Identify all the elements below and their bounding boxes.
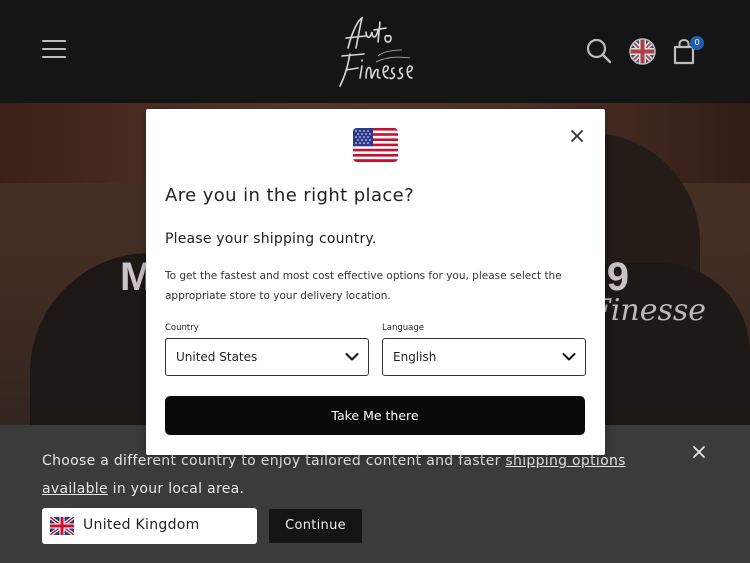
- region-modal: Are you in the right place? Please your …: [146, 109, 605, 455]
- chevron-down-icon: [345, 353, 359, 361]
- country-select-value: United States: [176, 350, 258, 364]
- modal-description: To get the fastest and most cost effecti…: [165, 270, 562, 302]
- hero-shirt-script: Finesse: [590, 293, 707, 328]
- country-select[interactable]: United States: [165, 338, 369, 376]
- banner-country-select[interactable]: United Kingdom: [42, 508, 257, 544]
- brand-logo[interactable]: [332, 12, 418, 92]
- banner-country-value: United Kingdom: [83, 517, 200, 533]
- chevron-down-icon: [562, 353, 576, 361]
- menu-icon[interactable]: [42, 40, 66, 62]
- banner-close-icon[interactable]: [690, 443, 708, 461]
- uk-flag-icon: [50, 517, 74, 535]
- us-flag-icon: [353, 128, 398, 162]
- language-label: Language: [382, 323, 424, 333]
- modal-title: Are you in the right place?: [165, 185, 415, 206]
- take-me-there-button[interactable]: Take Me there: [165, 396, 585, 435]
- search-icon[interactable]: [586, 38, 612, 64]
- site-header: 0: [0, 0, 750, 103]
- continue-button[interactable]: Continue: [269, 509, 362, 543]
- modal-subtitle: Please your shipping country.: [165, 231, 377, 247]
- uk-flag-icon[interactable]: [629, 38, 656, 65]
- banner-message: Choose a different country to enjoy tail…: [42, 453, 626, 497]
- country-label: Country: [165, 323, 199, 333]
- modal-close-icon[interactable]: [570, 129, 584, 143]
- language-select-value: English: [393, 350, 437, 364]
- language-select[interactable]: English: [382, 338, 586, 376]
- cart-count-badge: 0: [690, 36, 704, 50]
